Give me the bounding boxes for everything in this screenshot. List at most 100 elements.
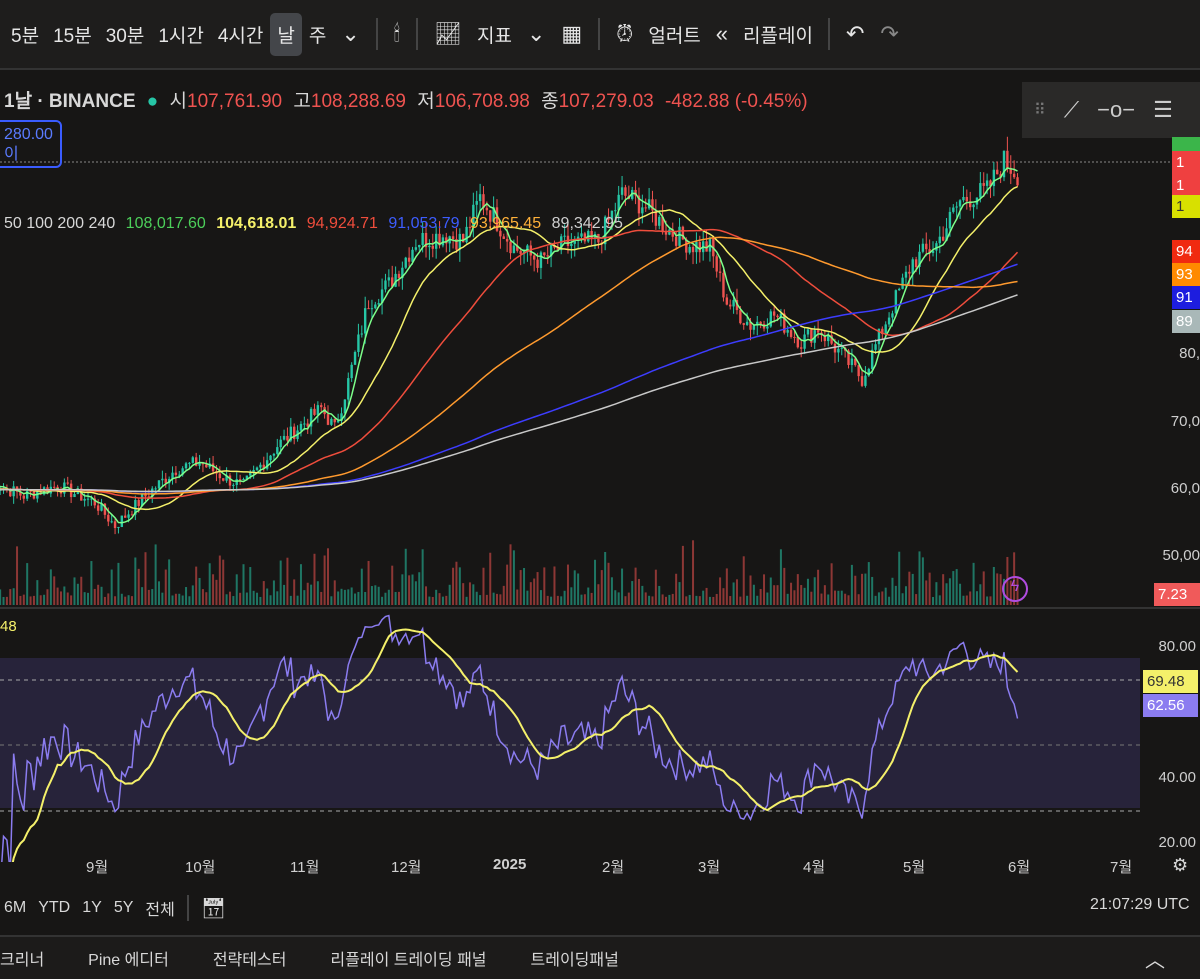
calendar-icon[interactable]: 📅︎ — [201, 896, 226, 921]
candle — [404, 257, 407, 268]
volume-bar — [465, 596, 468, 605]
flash-icon[interactable]: ϟ — [1002, 576, 1028, 602]
range-6m[interactable]: 6M — [4, 899, 26, 917]
candle — [816, 330, 820, 333]
high-label: 고 — [293, 91, 311, 112]
x-tick: 3월 — [698, 859, 721, 876]
volume-bar — [533, 578, 536, 605]
market-status-icon: ● — [146, 91, 159, 112]
volume-bar — [492, 592, 495, 605]
order-box[interactable]: 280.00 이 — [0, 120, 62, 168]
volume-bar — [232, 596, 235, 605]
tab-trading-panel[interactable]: 트레이딩패널 — [531, 946, 619, 970]
volume-bar — [658, 585, 661, 605]
range-all[interactable]: 전체 — [145, 896, 174, 920]
volume-bar — [837, 590, 840, 605]
volume-bar — [147, 589, 150, 605]
volume-bar — [779, 549, 782, 605]
volume-bar — [840, 590, 843, 605]
settings-sliders-icon[interactable]: ☰ — [1153, 97, 1173, 123]
trendline-icon[interactable]: ⟋ — [1064, 97, 1079, 123]
volume-bar — [347, 589, 350, 605]
volume-bar — [871, 576, 874, 605]
range-1y[interactable]: 1Y — [82, 899, 102, 917]
clock-time[interactable]: 21:07:29 UTC — [1090, 896, 1190, 914]
indicators-icon[interactable]: 📈︎ — [426, 21, 470, 47]
tab-screener[interactable]: 크리너 — [0, 946, 44, 970]
x-tick: 12월 — [391, 859, 422, 876]
redo-icon[interactable]: ↷ — [872, 21, 906, 47]
interval-1d[interactable]: 날 — [270, 12, 302, 56]
chevron-up-icon[interactable]: ︿ — [1145, 944, 1165, 973]
candle — [235, 479, 238, 485]
volume-bar — [441, 596, 444, 605]
volume-bar — [19, 595, 22, 605]
replay-button[interactable]: 리플레이 — [736, 13, 820, 56]
volume-bar — [834, 590, 836, 605]
volume-bar — [546, 595, 549, 605]
order-label: 이 — [4, 146, 19, 163]
alert-clock-icon[interactable]: ⏰︎ — [608, 21, 641, 47]
interval-1w[interactable]: 주 — [302, 13, 333, 56]
candle — [299, 423, 303, 431]
x-tick: 5월 — [903, 859, 926, 876]
volume-bar — [915, 594, 918, 605]
volume-bar — [651, 596, 654, 605]
tab-replay-trading-panel[interactable]: 리플레이 트레이딩 패널 — [330, 946, 486, 970]
interval-1h[interactable]: 1시간 — [151, 13, 211, 56]
candle — [397, 273, 401, 279]
volume-bar — [144, 552, 147, 605]
interval-15m[interactable]: 15분 — [46, 13, 99, 56]
replay-icon[interactable]: « — [708, 21, 736, 47]
undo-icon[interactable]: ↶ — [838, 21, 872, 47]
volume-bar — [553, 566, 556, 605]
tab-strategy-tester[interactable]: 전략테스터 — [213, 946, 287, 970]
symbol-label[interactable]: 1날 · BINANCE — [4, 91, 136, 112]
price-chart[interactable] — [0, 72, 1200, 862]
interval-30m[interactable]: 30분 — [99, 13, 152, 56]
candle — [786, 330, 789, 333]
volume-bar — [489, 552, 492, 605]
volume-bar — [918, 551, 921, 605]
volume-bar — [0, 589, 2, 605]
candle — [620, 187, 624, 195]
volume-bar — [627, 592, 630, 605]
volume-bar — [357, 591, 360, 605]
chevron-down-icon[interactable]: ⌄ — [333, 21, 367, 47]
settings-gear-icon[interactable]: ⚙ — [1172, 855, 1188, 876]
volume-bar — [526, 590, 529, 605]
candle — [857, 365, 860, 377]
volume-bar — [942, 574, 945, 605]
volume-bar — [56, 587, 59, 605]
volume-bar — [431, 596, 434, 605]
range-ytd[interactable]: YTD — [38, 899, 70, 917]
candle — [769, 311, 772, 327]
volume-bar — [323, 555, 326, 605]
layout-grid-icon[interactable]: ▦ — [553, 21, 590, 47]
chevron-down-icon[interactable]: ⌄ — [519, 21, 553, 47]
candle — [759, 321, 762, 324]
candle — [110, 521, 113, 523]
volume-bar — [705, 587, 708, 605]
indicators-button[interactable]: 지표 — [470, 13, 519, 56]
volume-bar — [283, 584, 286, 605]
volume-bar — [671, 593, 674, 605]
divider — [375, 18, 378, 50]
range-5y[interactable]: 5Y — [114, 899, 134, 917]
candle — [732, 300, 735, 307]
interval-4h[interactable]: 4시간 — [211, 13, 271, 56]
volume-bar — [800, 585, 803, 605]
candle — [952, 207, 955, 212]
alert-button[interactable]: 얼러트 — [641, 13, 707, 56]
moving-average-line — [0, 228, 1019, 499]
volume-bar — [901, 593, 904, 605]
horizontal-ray-icon[interactable]: −o− — [1097, 97, 1135, 123]
volume-bar — [604, 551, 607, 605]
candle — [979, 183, 982, 198]
volume-bar — [692, 540, 695, 605]
volume-bar — [722, 588, 725, 605]
candlestick-icon[interactable]: 🕯︎ — [386, 21, 408, 47]
drag-handle-icon[interactable]: ⠿ — [1034, 100, 1046, 120]
interval-5m[interactable]: 5분 — [4, 13, 46, 56]
tab-pine-editor[interactable]: Pine 에디터 — [88, 946, 169, 970]
